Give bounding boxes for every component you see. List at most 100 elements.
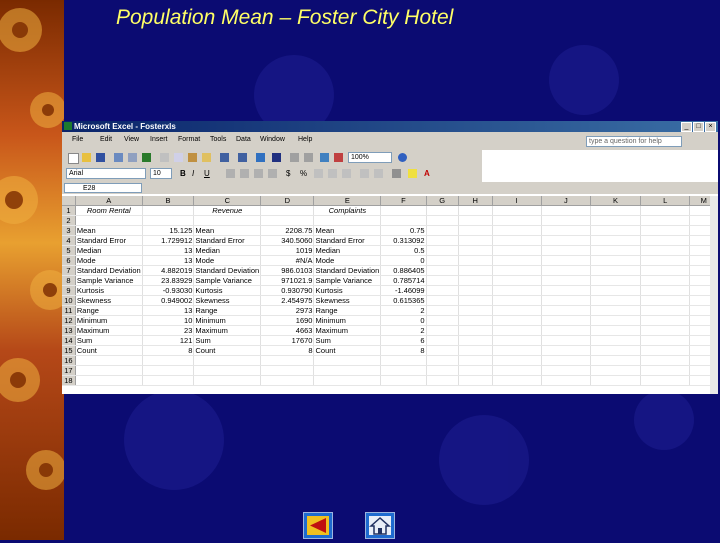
cell[interactable] — [458, 325, 493, 336]
cell[interactable] — [640, 365, 691, 376]
cell[interactable]: Standard Deviation — [313, 265, 382, 276]
cell[interactable] — [260, 355, 315, 366]
comma-style-icon[interactable] — [314, 169, 323, 178]
cell[interactable] — [75, 215, 143, 226]
cell[interactable] — [640, 305, 691, 316]
cell[interactable] — [380, 355, 427, 366]
cell[interactable]: Maximum — [75, 325, 143, 336]
row-header[interactable]: 17 — [62, 365, 76, 376]
column-header[interactable]: G — [426, 196, 459, 206]
autosum-icon[interactable] — [272, 153, 281, 162]
cell[interactable] — [541, 205, 592, 216]
cell[interactable] — [640, 355, 691, 366]
cell[interactable] — [492, 215, 542, 226]
menu-format[interactable]: Format — [178, 136, 200, 143]
cell[interactable] — [458, 255, 493, 266]
cell[interactable] — [75, 355, 143, 366]
save-icon[interactable] — [96, 153, 105, 162]
cell[interactable] — [590, 375, 641, 386]
cell[interactable] — [426, 275, 459, 286]
align-right-icon[interactable] — [254, 169, 263, 178]
cell[interactable] — [458, 265, 493, 276]
cell[interactable] — [590, 215, 641, 226]
cell[interactable]: Kurtosis — [313, 285, 382, 296]
row-header[interactable]: 14 — [62, 335, 76, 346]
menu-file[interactable]: File — [72, 136, 83, 143]
cell[interactable] — [193, 355, 262, 366]
cell[interactable] — [142, 215, 195, 226]
cell[interactable]: 1019 — [260, 245, 315, 256]
cell[interactable]: Mean — [313, 225, 382, 236]
cell[interactable]: Sum — [193, 335, 262, 346]
cell[interactable]: 986.0103 — [260, 265, 315, 276]
zoom-select[interactable]: 100% — [348, 152, 392, 163]
spelling-icon[interactable] — [142, 153, 151, 162]
row-header[interactable]: 7 — [62, 265, 76, 276]
cell[interactable]: Range — [313, 305, 382, 316]
cell[interactable] — [541, 215, 592, 226]
cell[interactable] — [590, 225, 641, 236]
cell[interactable] — [640, 205, 691, 216]
font-name-select[interactable]: Arial — [66, 168, 146, 179]
cell[interactable] — [458, 315, 493, 326]
cell[interactable]: 13 — [142, 255, 195, 266]
cell[interactable]: 1690 — [260, 315, 315, 326]
cell[interactable]: 0.5 — [380, 245, 427, 256]
cell[interactable]: Standard Deviation — [193, 265, 262, 276]
increase-indent-icon[interactable] — [374, 169, 383, 178]
cell[interactable] — [590, 255, 641, 266]
cut-icon[interactable] — [160, 153, 169, 162]
cell[interactable]: 2973 — [260, 305, 315, 316]
row-header[interactable]: 9 — [62, 285, 76, 296]
cell[interactable] — [640, 375, 691, 386]
copy-icon[interactable] — [174, 153, 183, 162]
cell[interactable] — [590, 345, 641, 356]
cell[interactable]: Skewness — [193, 295, 262, 306]
cell[interactable] — [142, 365, 195, 376]
select-all-corner[interactable] — [62, 196, 76, 206]
cell[interactable]: Count — [193, 345, 262, 356]
cell[interactable]: Maximum — [313, 325, 382, 336]
cell[interactable] — [492, 295, 542, 306]
cell[interactable]: 23.83929 — [142, 275, 195, 286]
close-button[interactable]: × — [705, 122, 716, 132]
cell[interactable] — [590, 275, 641, 286]
cell[interactable]: 2 — [380, 325, 427, 336]
cell[interactable] — [541, 255, 592, 266]
cell[interactable]: Mode — [193, 255, 262, 266]
cell[interactable] — [260, 205, 315, 216]
cell[interactable] — [426, 305, 459, 316]
menu-window[interactable]: Window — [260, 136, 285, 143]
cell[interactable]: Kurtosis — [75, 285, 143, 296]
cell[interactable] — [541, 285, 592, 296]
cell[interactable] — [458, 345, 493, 356]
cell[interactable]: Sample Variance — [313, 275, 382, 286]
cell[interactable]: 6 — [380, 335, 427, 346]
cell[interactable]: Sample Variance — [193, 275, 262, 286]
cell[interactable]: Room Rental — [75, 205, 143, 216]
column-header[interactable]: H — [458, 196, 493, 206]
cell[interactable] — [426, 225, 459, 236]
cell[interactable]: #N/A — [260, 255, 315, 266]
cell[interactable] — [640, 255, 691, 266]
cell[interactable]: 8 — [142, 345, 195, 356]
cell[interactable] — [640, 245, 691, 256]
cell[interactable]: 10 — [142, 315, 195, 326]
name-box[interactable]: E28 — [64, 183, 142, 193]
cell[interactable] — [640, 275, 691, 286]
column-header[interactable]: D — [260, 196, 315, 206]
cell[interactable]: Median — [75, 245, 143, 256]
cell[interactable] — [640, 225, 691, 236]
cell[interactable]: Mode — [75, 255, 143, 266]
cell[interactable] — [590, 295, 641, 306]
cell[interactable] — [426, 325, 459, 336]
cell[interactable] — [458, 295, 493, 306]
cell[interactable] — [313, 375, 382, 386]
cell[interactable]: 13 — [142, 245, 195, 256]
cell[interactable] — [492, 335, 542, 346]
cell[interactable] — [590, 365, 641, 376]
cell[interactable] — [458, 305, 493, 316]
cell[interactable] — [458, 245, 493, 256]
increase-decimal-icon[interactable] — [328, 169, 337, 178]
cell[interactable] — [458, 355, 493, 366]
